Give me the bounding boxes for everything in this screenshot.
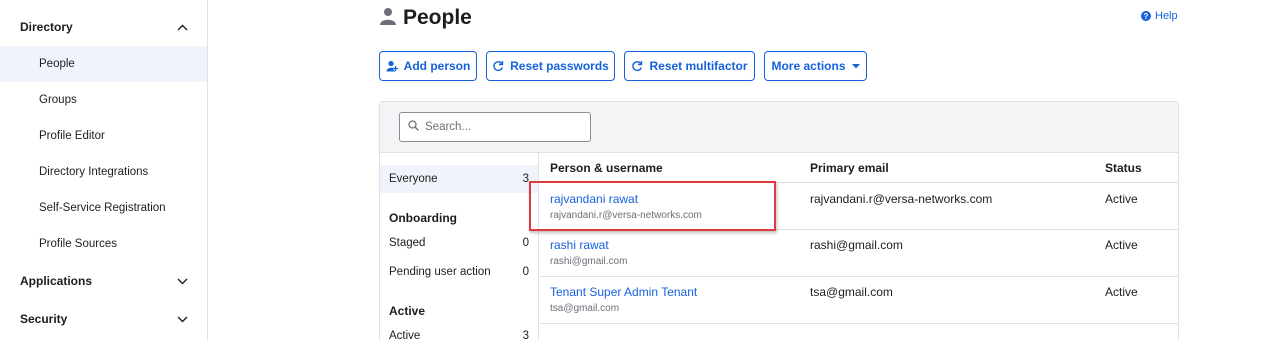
filter-heading-active: Active (389, 304, 426, 318)
search-icon (408, 118, 419, 136)
person-name-link[interactable]: Tenant Super Admin Tenant (550, 285, 697, 299)
more-actions-label: More actions (771, 59, 846, 73)
status-value: Active (1105, 285, 1138, 299)
sidebar-item-label: Profile Editor (39, 130, 105, 142)
sidebar-item-groups[interactable]: Groups (0, 82, 207, 118)
person-username: tsa@gmail.com (550, 303, 620, 314)
person-icon (379, 7, 397, 30)
status-value: Active (1105, 238, 1138, 252)
divider (540, 182, 1178, 183)
filter-count: 3 (522, 330, 529, 340)
refresh-icon (492, 60, 504, 72)
sidebar-section-applications[interactable]: Applications (0, 263, 207, 299)
filter-everyone[interactable]: Everyone 3 (380, 165, 538, 193)
reset-passwords-label: Reset passwords (510, 59, 609, 73)
filter-count: 0 (522, 266, 529, 278)
reset-multifactor-button[interactable]: Reset multifactor (624, 51, 755, 81)
caret-down-icon (851, 63, 860, 69)
add-person-label: Add person (403, 59, 471, 73)
chevron-down-icon (176, 275, 188, 287)
filter-label: Everyone (389, 173, 438, 185)
sidebar-section-security[interactable]: Security (0, 301, 207, 337)
status-value: Active (1105, 192, 1138, 206)
sidebar-item-label: People (39, 58, 75, 70)
sidebar-item-people[interactable]: People (0, 46, 207, 82)
primary-email: rajvandani.r@versa-networks.com (810, 192, 993, 206)
sidebar-item-label: Profile Sources (39, 238, 117, 250)
filter-heading-onboarding: Onboarding (389, 211, 457, 225)
filter-label: Active (389, 330, 421, 340)
divider (540, 229, 1178, 230)
refresh-icon (631, 60, 643, 72)
search-input[interactable] (425, 121, 585, 133)
help-icon: ? (1141, 11, 1151, 21)
filter-sidebar: Everyone 3 Onboarding Staged 0 Pending u… (380, 153, 539, 340)
people-panel: Everyone 3 Onboarding Staged 0 Pending u… (379, 101, 1179, 340)
sidebar-section-label: Security (20, 312, 68, 326)
filter-label: Staged (389, 237, 426, 249)
sidebar-item-label: Self-Service Registration (39, 202, 166, 214)
panel-toolbar (380, 102, 1178, 153)
divider (540, 323, 1178, 324)
person-name-link[interactable]: rajvandani rawat (550, 192, 638, 206)
sidebar: Directory People Groups Profile Editor D… (0, 0, 208, 340)
sidebar-item-label: Groups (39, 94, 77, 106)
chevron-up-icon (176, 21, 188, 33)
page-title: People (403, 6, 472, 29)
page-header: People (379, 4, 472, 32)
person-username: rajvandani.r@versa-networks.com (550, 210, 702, 221)
reset-passwords-button[interactable]: Reset passwords (486, 51, 615, 81)
add-person-icon (386, 60, 398, 72)
filter-active[interactable]: Active 3 (380, 322, 538, 340)
column-header-person[interactable]: Person & username (550, 161, 663, 175)
filter-label: Pending user action (389, 266, 491, 278)
divider (540, 276, 1178, 277)
filter-count: 3 (522, 173, 529, 185)
reset-multifactor-label: Reset multifactor (649, 59, 748, 73)
column-header-email[interactable]: Primary email (810, 161, 889, 175)
sidebar-section-label: Directory (20, 20, 73, 34)
more-actions-dropdown[interactable]: More actions (764, 51, 867, 81)
chevron-down-icon (176, 313, 188, 325)
sidebar-section-directory[interactable]: Directory (0, 9, 207, 45)
sidebar-item-profile-sources[interactable]: Profile Sources (0, 226, 207, 262)
add-person-button[interactable]: Add person (379, 51, 477, 81)
sidebar-section-label: Applications (20, 274, 93, 288)
sidebar-item-directory-integrations[interactable]: Directory Integrations (0, 154, 207, 190)
help-label: Help (1155, 10, 1178, 22)
person-name-link[interactable]: rashi rawat (550, 238, 609, 252)
filter-pending-user-action[interactable]: Pending user action 0 (380, 258, 538, 286)
help-link[interactable]: ? Help (1141, 10, 1178, 22)
person-username: rashi@gmail.com (550, 256, 628, 267)
column-header-status[interactable]: Status (1105, 161, 1142, 175)
filter-count: 0 (522, 237, 529, 249)
filter-staged[interactable]: Staged 0 (380, 229, 538, 257)
search-box[interactable] (399, 112, 591, 142)
sidebar-item-profile-editor[interactable]: Profile Editor (0, 118, 207, 154)
primary-email: tsa@gmail.com (810, 285, 893, 299)
sidebar-item-label: Directory Integrations (39, 166, 149, 178)
primary-email: rashi@gmail.com (810, 238, 903, 252)
sidebar-item-self-service-registration[interactable]: Self-Service Registration (0, 190, 207, 226)
